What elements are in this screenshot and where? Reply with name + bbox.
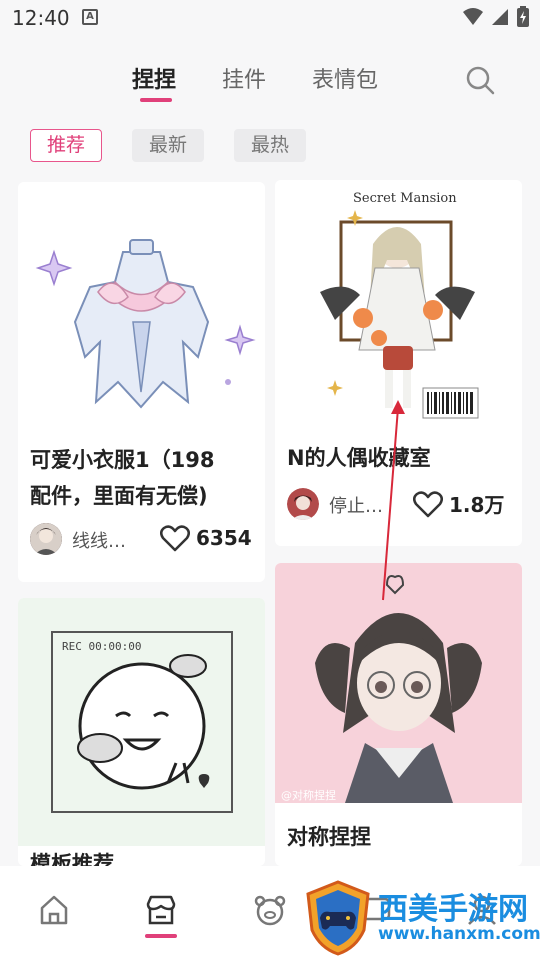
author-name[interactable]: 线线…	[72, 527, 126, 553]
filter-latest[interactable]: 最新	[132, 129, 205, 162]
tab-biaoqingbao[interactable]: 表情包	[312, 62, 378, 94]
gamepad-shield-icon	[306, 880, 370, 956]
card-image-sketch: REC 00:00:00	[18, 598, 265, 846]
card-image-caption: @对称捏捏	[281, 788, 336, 802]
post-card[interactable]: @对称捏捏 对称捏捏	[275, 563, 522, 866]
watermark: 西美手游网 www.hanxm.com	[300, 880, 540, 960]
post-card[interactable]: 可爱小衣服1（198 配件，里面有无偿) 线线… 6354	[18, 182, 265, 582]
like-count-value: 6354	[196, 526, 252, 550]
like-count[interactable]: 1.8万	[413, 489, 504, 518]
pet-icon[interactable]	[250, 890, 290, 930]
avatar[interactable]	[287, 488, 319, 520]
active-tab-indicator	[140, 98, 172, 102]
top-tab-bar: 捏捏 挂件 表情包	[0, 52, 540, 108]
watermark-url: www.hanxm.com	[378, 924, 540, 944]
avatar[interactable]	[30, 523, 62, 555]
card-image-anime-girl: @对称捏捏	[275, 563, 522, 803]
card-image-caption: REC 00:00:00	[62, 640, 141, 653]
card-title-line2: 配件，里面有无偿)	[30, 484, 208, 508]
card-image-caption: Secret Mansion	[353, 191, 457, 206]
status-time: 12:40	[12, 6, 70, 30]
like-count[interactable]: 6354	[160, 524, 252, 552]
filter-hottest[interactable]: 最热	[234, 129, 307, 162]
card-image-doll: Secret Mansion	[275, 180, 522, 428]
post-card[interactable]: REC 00:00:00 模板推荐	[18, 598, 265, 866]
notification-icon: A	[82, 9, 98, 25]
search-icon[interactable]	[464, 64, 496, 96]
status-icons	[462, 6, 530, 28]
card-title-line1: 可爱小衣服1（198	[30, 448, 215, 472]
filter-recommend[interactable]: 推荐	[30, 129, 103, 162]
card-title: 模板推荐	[30, 852, 114, 866]
card-title: 对称捏捏	[287, 825, 371, 849]
tab-guajian[interactable]: 挂件	[222, 62, 266, 94]
post-card[interactable]: Secret Mansion N的人偶收藏室 停止… 1.8万	[275, 180, 522, 546]
battery-icon	[517, 6, 529, 27]
active-nav-indicator	[145, 934, 177, 938]
wifi-icon	[463, 8, 483, 25]
status-bar: 12:40 A	[0, 0, 540, 38]
like-count-value: 1.8万	[449, 493, 505, 517]
watermark-name: 西美手游网	[378, 892, 528, 927]
home-icon[interactable]	[34, 890, 74, 930]
heart-icon	[160, 525, 190, 552]
heart-icon	[413, 490, 443, 517]
tab-nienie[interactable]: 捏捏	[132, 62, 176, 94]
store-icon[interactable]	[141, 890, 181, 930]
signal-icon	[492, 9, 508, 25]
author-name[interactable]: 停止…	[329, 492, 383, 518]
card-title: N的人偶收藏室	[287, 446, 431, 470]
card-image-outfit	[18, 182, 265, 432]
